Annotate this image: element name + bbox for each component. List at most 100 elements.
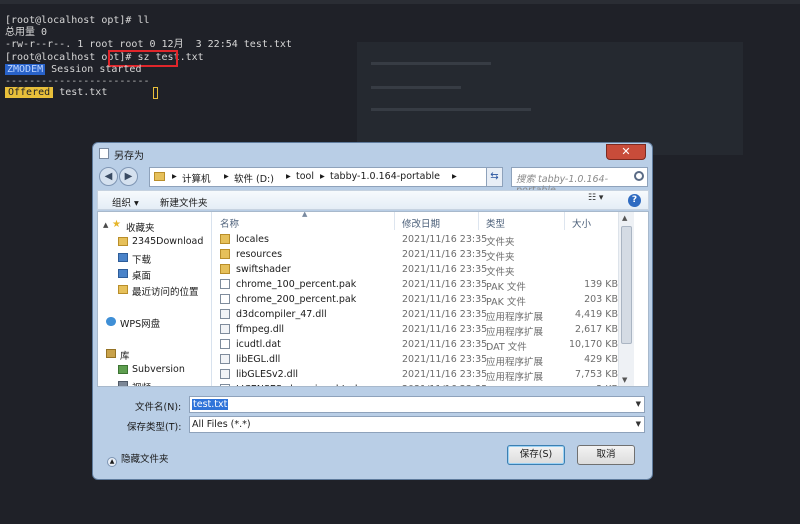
nav-item-wps-cloud[interactable]: WPS网盘	[98, 314, 210, 330]
file-date: 2021/11/16 23:35	[402, 369, 488, 380]
file-date: 2021/11/16 23:35	[402, 234, 488, 245]
nav-item-recent-places[interactable]: 最近访问的位置	[98, 282, 210, 298]
column-header-date[interactable]: 修改日期	[402, 212, 440, 230]
nav-label: 桌面	[132, 271, 152, 282]
file-size: 139 KB	[584, 279, 618, 290]
terminal-line: [root@localhost opt]# ll	[5, 15, 150, 26]
expand-arrow-icon[interactable]: ▲	[103, 221, 108, 229]
dll-file-icon	[220, 369, 230, 379]
vertical-scrollbar[interactable]: ▲ ▼	[618, 212, 634, 386]
filename-input[interactable]: test.txt ▼	[189, 396, 645, 413]
column-header-size[interactable]: 大小	[572, 212, 591, 230]
nav-item-subversion[interactable]: Subversion	[98, 362, 210, 378]
breadcrumb-tool[interactable]: tool	[296, 171, 314, 182]
file-row[interactable]: d3dcompiler_47.dll 2021/11/16 23:35 应用程序扩展…	[214, 307, 634, 323]
nav-label: 2345Download	[132, 236, 204, 247]
file-name: swiftshader	[236, 264, 291, 275]
file-row[interactable]: swiftshader 2021/11/16 23:35 文件夹	[214, 262, 634, 278]
file-row[interactable]: libEGL.dll 2021/11/16 23:35 应用程序扩展 429 KB	[214, 352, 634, 368]
collapse-icon[interactable]: ▲	[107, 457, 117, 467]
forward-arrow-icon[interactable]: ▶	[119, 167, 138, 186]
recent-places-icon	[118, 285, 128, 294]
filename-row: 文件名(N): test.txt ▼	[97, 396, 649, 414]
save-button[interactable]: 保存(S)	[507, 445, 565, 465]
new-folder-button[interactable]: 新建文件夹	[160, 195, 208, 209]
offered-line: Offered test.txt	[5, 87, 107, 99]
search-input[interactable]: 搜索 tabby-1.0.164-portable	[511, 167, 648, 196]
scroll-up-icon[interactable]: ▲	[622, 214, 627, 222]
file-date: 2021/11/16 23:35	[402, 294, 488, 305]
file-row[interactable]: locales 2021/11/16 23:35 文件夹	[214, 232, 634, 248]
breadcrumb-drive[interactable]: 软件 (D:)	[234, 171, 274, 185]
file-list-pane: ▲ 名称 修改日期 类型 大小 locales 2021/11/16 23:35 文…	[214, 212, 634, 386]
column-separator[interactable]	[478, 212, 479, 230]
breadcrumb-current[interactable]: tabby-1.0.164-portable	[330, 171, 440, 182]
file-size: 2 KB	[596, 384, 618, 386]
nav-label: Subversion	[132, 364, 185, 375]
nav-label: 视频	[132, 380, 151, 386]
file-icon	[220, 339, 230, 349]
video-icon	[118, 381, 128, 386]
file-row[interactable]: chrome_200_percent.pak 2021/11/16 23:35 PA…	[214, 292, 634, 308]
close-button[interactable]: ✕	[606, 144, 646, 160]
breadcrumb-computer[interactable]: 计算机	[182, 171, 211, 185]
address-bar[interactable]: ▸ 计算机 ▸ 软件 (D:) ▸ tool ▸ tabby-1.0.164-p…	[149, 167, 501, 187]
dialog-toolbar: 组织 ▾ 新建文件夹 ☷ ▾ ?	[97, 190, 649, 210]
sort-ascending-icon: ▲	[302, 212, 308, 218]
nav-item-libraries[interactable]: 库	[98, 346, 210, 362]
organize-menu[interactable]: 组织 ▾	[112, 195, 139, 209]
file-type: 文件夹	[486, 267, 515, 278]
file-icon	[220, 384, 230, 386]
nav-label: 最近访问的位置	[132, 287, 199, 298]
file-row[interactable]: icudtl.dat 2021/11/16 23:35 DAT 文件 10,170 K…	[214, 337, 634, 353]
file-row[interactable]: resources 2021/11/16 23:35 文件夹	[214, 247, 634, 263]
chevron-down-icon[interactable]: ▼	[636, 400, 641, 408]
column-header-type[interactable]: 类型	[486, 212, 505, 230]
file-date: 2021/11/16 23:35	[402, 264, 488, 275]
column-separator[interactable]	[564, 212, 565, 230]
file-row[interactable]: chrome_100_percent.pak 2021/11/16 23:35 PA…	[214, 277, 634, 293]
dialog-titlebar[interactable]: 另存为 ✕	[93, 143, 652, 165]
column-separator[interactable]	[394, 212, 395, 230]
filename-label: 文件名(N):	[135, 402, 182, 413]
nav-item-videos[interactable]: 视频	[98, 378, 210, 386]
nav-label: 下载	[132, 255, 152, 266]
cancel-button[interactable]: 取消	[577, 445, 635, 465]
help-icon[interactable]: ?	[628, 194, 641, 207]
scroll-down-icon[interactable]: ▼	[622, 376, 627, 384]
file-row[interactable]: LICENSES.chromium.html 2021/11/16 23:35文本…	[214, 382, 634, 386]
filetype-select[interactable]: All Files (*.*) ▼	[189, 416, 645, 433]
breadcrumb-separator-icon: ▸	[286, 171, 291, 182]
file-name: LICENSES.chromium.html	[236, 384, 358, 386]
filename-value[interactable]: test.txt	[192, 399, 229, 410]
nav-item-2345download[interactable]: 2345Download	[98, 234, 210, 250]
scrollbar-thumb[interactable]	[621, 226, 632, 344]
nav-item-downloads[interactable]: 下载	[98, 250, 210, 266]
file-type: 文件夹	[486, 252, 515, 263]
nav-item-favorites[interactable]: ▲ ★ 收藏夹	[98, 218, 210, 234]
nav-item-desktop[interactable]: 桌面	[98, 266, 210, 282]
chevron-down-icon[interactable]: ▼	[636, 420, 641, 428]
search-icon[interactable]	[634, 171, 644, 181]
back-arrow-icon[interactable]: ◀	[99, 167, 118, 186]
file-date: 2021/11/16 23:35	[402, 354, 488, 365]
folder-icon	[118, 237, 128, 246]
background-line	[371, 86, 461, 89]
zmodem-badge: ZMODEM	[5, 64, 46, 75]
offered-badge: Offered	[5, 87, 54, 98]
file-size: 10,170 KB	[568, 339, 618, 350]
file-name: d3dcompiler_47.dll	[236, 309, 327, 320]
hide-folders-toggle[interactable]: ▲ 隐藏文件夹	[107, 451, 169, 467]
file-row[interactable]: ffmpeg.dll 2021/11/16 23:35 应用程序扩展 2,617 KB	[214, 322, 634, 338]
terminal-top-bar	[0, 0, 800, 4]
dialog-footer: ▲ 隐藏文件夹 保存(S) 取消	[97, 439, 649, 475]
refresh-icon[interactable]: ⇆	[486, 167, 503, 187]
file-name: libGLESv2.dll	[236, 369, 298, 380]
file-type: DAT 文件	[486, 342, 527, 353]
session-status: Session started	[51, 64, 142, 75]
file-type: PAK 文件	[486, 297, 526, 308]
file-row[interactable]: libGLESv2.dll 2021/11/16 23:35 应用程序扩展 7,753…	[214, 367, 634, 383]
save-as-dialog[interactable]: 另存为 ✕ ◀ ▶ ▸ 计算机 ▸ 软件 (D:) ▸ tool ▸ tabby…	[92, 142, 653, 480]
view-options-icon[interactable]: ☷ ▾	[588, 193, 612, 207]
column-header-name[interactable]: 名称	[220, 212, 239, 230]
